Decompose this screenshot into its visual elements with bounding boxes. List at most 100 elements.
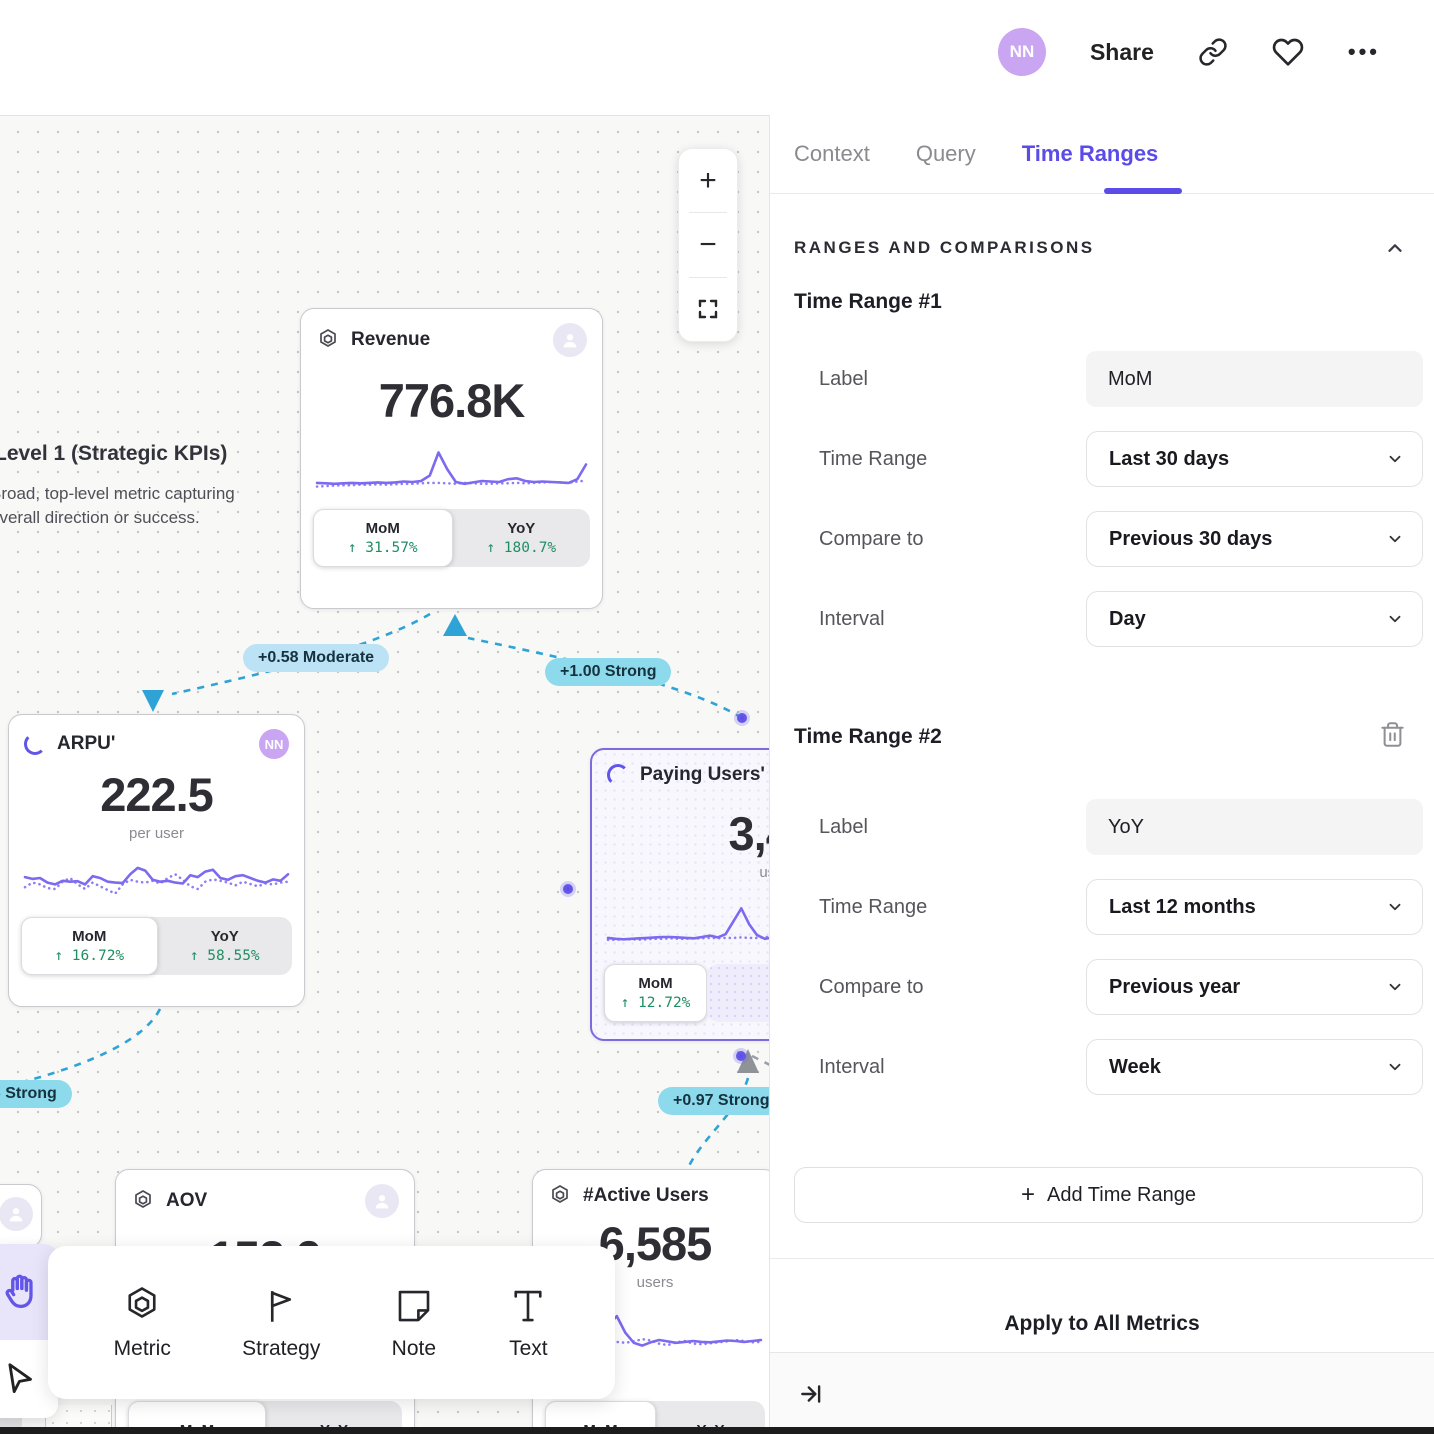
select-value: Previous year xyxy=(1109,976,1386,999)
collaborator-badge: NN xyxy=(259,729,289,759)
label-input[interactable] xyxy=(1086,799,1423,855)
toggle-yoy[interactable]: YoY ↑ 180.7% xyxy=(453,509,591,567)
select-value: Day xyxy=(1109,608,1386,631)
apply-to-all-metrics-button[interactable]: Apply to All Metrics xyxy=(770,1296,1434,1352)
canvas-toolbar: Metric Strategy Note Text xyxy=(48,1246,615,1399)
connector-dot[interactable] xyxy=(737,713,747,723)
hand-icon xyxy=(0,1271,42,1313)
change-value: ↑ 16.72% xyxy=(54,948,124,964)
toolbar-item-label: Text xyxy=(509,1337,548,1361)
collapse-panel-icon[interactable] xyxy=(798,1381,824,1407)
toolbar-text-button[interactable]: Text xyxy=(507,1285,549,1361)
revenue-sparkline xyxy=(315,440,588,496)
app-window: NN Share ••• xyxy=(0,0,1434,1434)
chevron-down-icon xyxy=(1386,450,1404,468)
copy-link-icon[interactable] xyxy=(1198,37,1228,67)
section-title: RANGES AND COMPARISONS xyxy=(794,238,1095,258)
paying-users-sparkline xyxy=(606,895,769,951)
chevron-down-icon xyxy=(1386,978,1404,996)
loading-spinner-icon xyxy=(24,733,46,755)
collapse-section-button[interactable] xyxy=(1384,238,1406,260)
toolbar-metric-button[interactable]: Metric xyxy=(114,1285,171,1361)
metric-tree-canvas[interactable]: Level 1 (Strategic KPIs) Broad, top-leve… xyxy=(0,115,769,1434)
settings-panel: Context Query Time Ranges RANGES AND COM… xyxy=(769,115,1434,1434)
field-label: Compare to xyxy=(819,959,924,1015)
zoom-in-button[interactable]: + xyxy=(679,149,737,212)
metric-value: 776.8K xyxy=(301,373,602,428)
zoom-controls: + − xyxy=(678,148,738,342)
interval-select[interactable]: Week xyxy=(1086,1039,1423,1095)
toggle-label: YoY xyxy=(211,928,239,945)
more-options-icon[interactable]: ••• xyxy=(1348,39,1380,65)
user-avatar[interactable]: NN xyxy=(998,28,1046,76)
connector-dot[interactable] xyxy=(736,1051,746,1061)
favorite-heart-icon[interactable] xyxy=(1272,36,1304,68)
owner-avatar-icon xyxy=(553,323,587,357)
toggle-mom[interactable]: MoM ↑ 12.72% xyxy=(604,964,707,1022)
group-label-description: Broad, top-level metric capturing overal… xyxy=(0,482,235,530)
label-input[interactable] xyxy=(1086,351,1423,407)
interval-select[interactable]: Day xyxy=(1086,591,1423,647)
field-row-interval: Interval Week xyxy=(770,1039,1434,1095)
chevron-down-icon xyxy=(1386,898,1404,916)
toggle-yoy[interactable] xyxy=(707,964,769,1022)
correlation-label: 66 Strong xyxy=(0,1080,72,1108)
field-label: Label xyxy=(819,351,868,407)
group-label-title: Level 1 (Strategic KPIs) xyxy=(0,442,227,466)
metric-value: 3,49 xyxy=(592,806,769,861)
change-value: ↑ 31.57% xyxy=(348,540,418,556)
field-row-label: Label xyxy=(770,351,1434,407)
tab-query[interactable]: Query xyxy=(916,141,976,167)
field-row-compare-to: Compare to Previous year xyxy=(770,959,1434,1015)
metric-card-arpu[interactable]: ARPU' NN 222.5 per user MoM ↑ 16.72% YoY… xyxy=(8,714,305,1007)
toolbar-strategy-button[interactable]: Strategy xyxy=(242,1285,320,1361)
time-range-2-title: Time Range #2 xyxy=(794,725,942,749)
compare-to-select[interactable]: Previous 30 days xyxy=(1086,511,1423,567)
metric-title: Paying Users' xyxy=(640,764,765,786)
metric-hexagon-icon xyxy=(121,1285,163,1327)
top-bar: NN Share ••• xyxy=(0,0,1434,115)
connector-dot[interactable] xyxy=(563,884,573,894)
metric-card-revenue[interactable]: Revenue 776.8K MoM ↑ 31.57% YoY ↑ 180. xyxy=(300,308,603,609)
metric-hexagon-icon xyxy=(548,1184,572,1208)
add-time-range-button[interactable]: + Add Time Range xyxy=(794,1167,1423,1223)
owner-avatar-icon xyxy=(0,1197,33,1231)
time-range-select[interactable]: Last 30 days xyxy=(1086,431,1423,487)
trash-icon xyxy=(1379,721,1406,748)
time-range-select[interactable]: Last 12 months xyxy=(1086,879,1423,935)
field-row-interval: Interval Day xyxy=(770,591,1434,647)
zoom-out-button[interactable]: − xyxy=(679,213,737,276)
flag-icon xyxy=(260,1285,302,1327)
panel-footer xyxy=(770,1352,1434,1434)
toggle-label: YoY xyxy=(507,520,535,537)
correlation-label: +1.00 Strong xyxy=(545,658,671,686)
field-row-compare-to: Compare to Previous 30 days xyxy=(770,511,1434,567)
metric-title: Revenue xyxy=(351,329,430,351)
metric-card-paying-users[interactable]: Paying Users' 3,49 users MoM ↑ 12.72% xyxy=(590,748,769,1041)
metric-value: 222.5 xyxy=(9,767,304,822)
metric-card-partial[interactable] xyxy=(0,1184,42,1248)
change-value: ↑ 12.72% xyxy=(621,995,691,1011)
toggle-label: MoM xyxy=(366,520,400,537)
divider xyxy=(770,1258,1434,1259)
fit-view-button[interactable] xyxy=(679,278,737,341)
panel-tabs: Context Query Time Ranges xyxy=(770,115,1434,194)
toggle-mom[interactable]: MoM ↑ 16.72% xyxy=(21,917,158,975)
toggle-label: MoM xyxy=(72,928,106,945)
share-button[interactable]: Share xyxy=(1090,39,1154,66)
toggle-mom[interactable]: MoM ↑ 31.57% xyxy=(313,509,453,567)
delete-time-range-button[interactable] xyxy=(1379,721,1406,748)
panel-body: RANGES AND COMPARISONS Time Range #1 Lab… xyxy=(770,194,1434,1434)
metric-hexagon-icon xyxy=(131,1189,155,1213)
field-label: Interval xyxy=(819,1039,885,1095)
compare-to-select[interactable]: Previous year xyxy=(1086,959,1423,1015)
correlation-label: +0.97 Strong xyxy=(658,1087,769,1115)
tab-context[interactable]: Context xyxy=(794,141,870,167)
comparison-toggle: MoM ↑ 12.72% xyxy=(604,964,769,1022)
arpu-sparkline xyxy=(23,848,290,904)
toggle-yoy[interactable]: YoY ↑ 58.55% xyxy=(158,917,293,975)
correlation-label: +0.58 Moderate xyxy=(243,644,389,672)
field-label: Compare to xyxy=(819,511,924,567)
toolbar-note-button[interactable]: Note xyxy=(392,1285,436,1361)
tab-time-ranges[interactable]: Time Ranges xyxy=(1022,141,1159,167)
